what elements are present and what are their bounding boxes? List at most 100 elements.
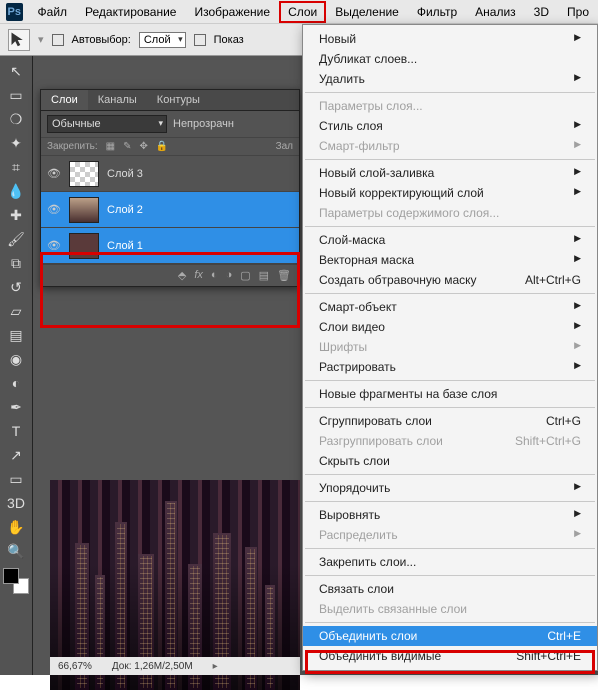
tool-3d[interactable]: 3D bbox=[4, 492, 28, 514]
menu-item[interactable]: Новый слой-заливка▶ bbox=[303, 163, 597, 183]
lock-transparency-icon[interactable]: ▦ bbox=[106, 141, 115, 152]
menu-слои[interactable]: Слои bbox=[279, 1, 326, 23]
lock-position-icon[interactable]: ✥ bbox=[140, 141, 148, 152]
adjustment-icon[interactable]: ◑ bbox=[226, 269, 233, 282]
tool-dodge[interactable]: ◐ bbox=[4, 372, 28, 394]
tool-heal[interactable]: ✚ bbox=[4, 204, 28, 226]
visibility-icon[interactable]: 👁 bbox=[47, 203, 61, 217]
tool-marquee[interactable]: ▭ bbox=[4, 84, 28, 106]
layer-list: 👁 Слой 3 👁 Слой 2 👁 Слой 1 bbox=[41, 156, 299, 264]
visibility-icon[interactable]: 👁 bbox=[47, 167, 61, 181]
menu-про[interactable]: Про bbox=[558, 1, 598, 23]
tool-path[interactable]: ↗ bbox=[4, 444, 28, 466]
menu-item[interactable]: Дубликат слоев... bbox=[303, 49, 597, 69]
layer-name[interactable]: Слой 3 bbox=[107, 168, 143, 180]
menu-item[interactable]: Растрировать▶ bbox=[303, 357, 597, 377]
lock-all-icon[interactable]: 🔒 bbox=[156, 141, 168, 152]
menu-item[interactable]: Новые фрагменты на базе слоя bbox=[303, 384, 597, 404]
menu-separator bbox=[305, 159, 595, 160]
tool-hand[interactable]: ✋ bbox=[4, 516, 28, 538]
menu-item-label: Сгруппировать слои bbox=[319, 414, 432, 428]
trash-icon[interactable]: 🗑 bbox=[277, 269, 291, 282]
menu-3d[interactable]: 3D bbox=[525, 1, 558, 23]
tool-shape[interactable]: ▭ bbox=[4, 468, 28, 490]
menu-item-label: Стиль слоя bbox=[319, 119, 383, 133]
submenu-arrow-icon: ▶ bbox=[574, 340, 581, 354]
menu-separator bbox=[305, 622, 595, 623]
menu-item[interactable]: Слои видео▶ bbox=[303, 317, 597, 337]
mask-icon[interactable]: ◐ bbox=[211, 269, 218, 282]
panel-tab-2[interactable]: Контуры bbox=[147, 90, 210, 110]
layer-name[interactable]: Слой 1 bbox=[107, 240, 143, 252]
menu-item[interactable]: Стиль слоя▶ bbox=[303, 116, 597, 136]
new-layer-icon[interactable]: ▤ bbox=[259, 269, 269, 282]
menu-item: Шрифты▶ bbox=[303, 337, 597, 357]
layer-thumbnail[interactable] bbox=[69, 233, 99, 259]
layer-thumbnail[interactable] bbox=[69, 161, 99, 187]
tool-lasso[interactable]: ❍ bbox=[4, 108, 28, 130]
tool-pen[interactable]: ✒ bbox=[4, 396, 28, 418]
menu-выделение[interactable]: Выделение bbox=[326, 1, 408, 23]
zoom-level[interactable]: 66,67% bbox=[58, 661, 92, 672]
menu-item[interactable]: Закрепить слои... bbox=[303, 552, 597, 572]
tool-zoom[interactable]: 🔍 bbox=[4, 540, 28, 562]
shortcut-label: Ctrl+G bbox=[546, 414, 581, 428]
tool-indicator[interactable] bbox=[8, 29, 30, 51]
submenu-arrow-icon: ▶ bbox=[574, 166, 581, 180]
menu-item[interactable]: Новый корректирующий слой▶ bbox=[303, 183, 597, 203]
submenu-arrow-icon: ▶ bbox=[574, 253, 581, 267]
tool-type[interactable]: T bbox=[4, 420, 28, 442]
menu-item[interactable]: Слой-маска▶ bbox=[303, 230, 597, 250]
tool-crop[interactable]: ⌗ bbox=[4, 156, 28, 178]
submenu-arrow-icon: ▶ bbox=[574, 320, 581, 334]
group-icon[interactable]: ▢ bbox=[240, 269, 250, 282]
menu-item[interactable]: Смарт-объект▶ bbox=[303, 297, 597, 317]
menu-файл[interactable]: Файл bbox=[29, 1, 77, 23]
menu-изображение[interactable]: Изображение bbox=[185, 1, 279, 23]
layers-menu-dropdown: Новый▶Дубликат слоев...Удалить▶Параметры… bbox=[302, 24, 598, 671]
tool-blur[interactable]: ◉ bbox=[4, 348, 28, 370]
auto-select-checkbox[interactable] bbox=[52, 34, 64, 46]
link-icon[interactable]: ⬘ bbox=[178, 269, 186, 282]
menu-item[interactable]: Скрыть слои bbox=[303, 451, 597, 471]
color-swatches[interactable] bbox=[3, 568, 29, 594]
menu-фильтр[interactable]: Фильтр bbox=[408, 1, 466, 23]
menu-item[interactable]: Объединить видимыеShift+Ctrl+E bbox=[303, 646, 597, 666]
menu-separator bbox=[305, 92, 595, 93]
menu-редактирование[interactable]: Редактирование bbox=[76, 1, 185, 23]
auto-select-dropdown[interactable]: Слой bbox=[139, 32, 186, 48]
tool-gradient[interactable]: ▤ bbox=[4, 324, 28, 346]
visibility-icon[interactable]: 👁 bbox=[47, 239, 61, 253]
layer-row[interactable]: 👁 Слой 2 bbox=[41, 192, 299, 228]
show-transform-checkbox[interactable] bbox=[194, 34, 206, 46]
tool-stamp[interactable]: ⧉ bbox=[4, 252, 28, 274]
panel-tab-0[interactable]: Слои bbox=[41, 90, 88, 110]
menu-item[interactable]: Объединить слоиCtrl+E bbox=[303, 626, 597, 646]
layer-name[interactable]: Слой 2 bbox=[107, 204, 143, 216]
layer-row[interactable]: 👁 Слой 1 bbox=[41, 228, 299, 264]
panel-tab-1[interactable]: Каналы bbox=[88, 90, 147, 110]
tool-move[interactable]: ↖ bbox=[4, 60, 28, 82]
tool-eyedrop[interactable]: 💧 bbox=[4, 180, 28, 202]
blend-mode-select[interactable]: Обычные bbox=[47, 115, 167, 133]
layer-thumbnail[interactable] bbox=[69, 197, 99, 223]
tool-eraser[interactable]: ▱ bbox=[4, 300, 28, 322]
tool-wand[interactable]: ✦ bbox=[4, 132, 28, 154]
menu-item-label: Новый корректирующий слой bbox=[319, 186, 484, 200]
menu-item-label: Выделить связанные слои bbox=[319, 602, 467, 616]
menu-анализ[interactable]: Анализ bbox=[466, 1, 525, 23]
submenu-arrow-icon: ▶ bbox=[574, 481, 581, 495]
menu-item[interactable]: Новый▶ bbox=[303, 29, 597, 49]
menu-item[interactable]: Удалить▶ bbox=[303, 69, 597, 89]
menu-item[interactable]: Выровнять▶ bbox=[303, 505, 597, 525]
tool-history[interactable]: ↺ bbox=[4, 276, 28, 298]
menu-item[interactable]: Связать слои bbox=[303, 579, 597, 599]
fx-icon[interactable]: fx bbox=[194, 269, 203, 282]
menu-item[interactable]: Создать обтравочную маскуAlt+Ctrl+G bbox=[303, 270, 597, 290]
layer-row[interactable]: 👁 Слой 3 bbox=[41, 156, 299, 192]
menu-item[interactable]: Упорядочить▶ bbox=[303, 478, 597, 498]
tool-brush[interactable]: 🖌 bbox=[4, 228, 28, 250]
lock-pixels-icon[interactable]: ✎ bbox=[123, 141, 131, 152]
menu-item[interactable]: Сгруппировать слои Ctrl+G bbox=[303, 411, 597, 431]
menu-item[interactable]: Векторная маска▶ bbox=[303, 250, 597, 270]
